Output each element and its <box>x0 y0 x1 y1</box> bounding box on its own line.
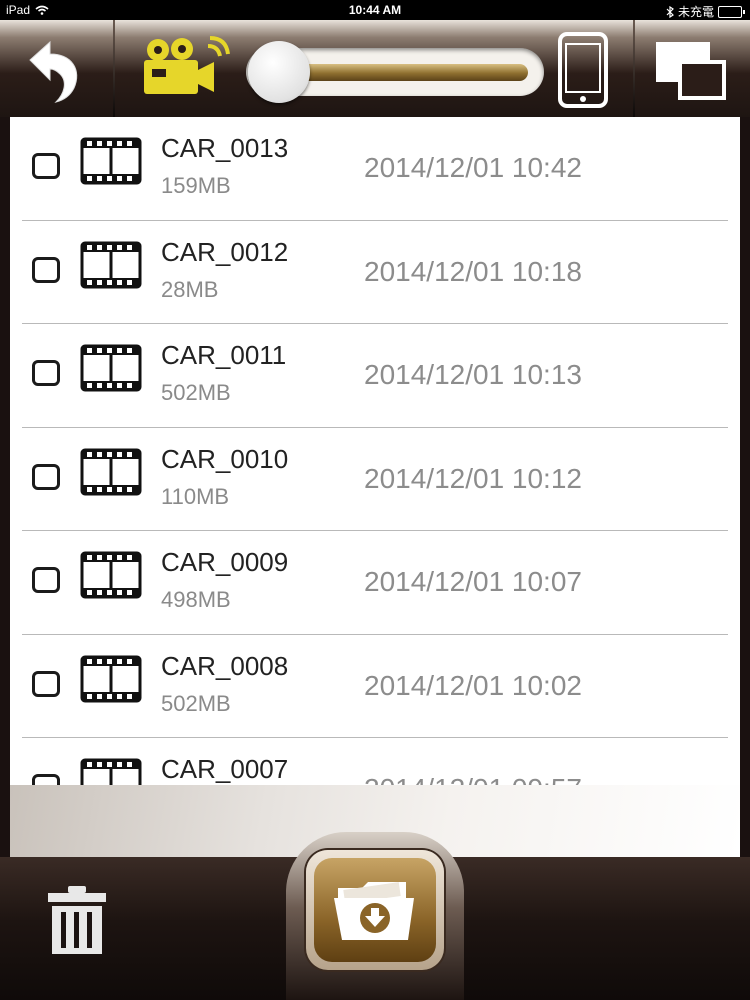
window-toggle-icon <box>656 42 726 100</box>
file-name: CAR_0012 <box>161 236 289 267</box>
file-row[interactable]: CAR_0008 502MB 2014/12/01 10:02 <box>22 635 728 738</box>
file-size: 159MB <box>161 173 231 198</box>
file-size: 28MB <box>161 276 219 302</box>
select-checkbox[interactable] <box>32 463 60 490</box>
back-button[interactable] <box>20 36 90 106</box>
file-row[interactable]: CAR_0012 28MB 2014/12/01 10:18 <box>22 221 728 324</box>
status-time: 10:44 AM <box>348 3 402 17</box>
video-file-icon <box>80 137 142 185</box>
bluetooth-icon <box>666 5 674 18</box>
download-button[interactable] <box>306 850 444 970</box>
file-date: 2014/12/01 10:18 <box>364 255 582 287</box>
toolbar-separator <box>113 20 115 117</box>
video-file-icon <box>80 551 142 599</box>
file-name: CAR_0008 <box>161 650 289 681</box>
file-name: CAR_0009 <box>161 547 289 577</box>
slider-track <box>286 64 528 81</box>
toolbar-separator <box>633 20 635 117</box>
file-name: CAR_0007 <box>161 754 289 784</box>
camera-mode-button[interactable] <box>138 36 232 102</box>
file-name: CAR_0013 <box>161 133 289 163</box>
file-date: 2014/12/01 10:13 <box>364 359 582 390</box>
file-date: 2014/12/01 09:57 <box>364 773 582 785</box>
top-toolbar <box>0 20 750 117</box>
download-button-face <box>314 858 436 962</box>
select-checkbox[interactable] <box>32 774 60 785</box>
battery-icon <box>718 5 745 18</box>
back-arrow-icon <box>29 40 78 103</box>
zoom-slider[interactable] <box>246 41 544 103</box>
file-row[interactable]: CAR_0009 498MB 2014/12/01 10:07 <box>22 531 728 635</box>
select-checkbox[interactable] <box>32 256 60 283</box>
video-file-icon <box>80 344 142 392</box>
window-toggle-button[interactable] <box>654 40 728 102</box>
file-row[interactable]: CAR_0013 159MB 2014/12/01 10:42 <box>22 117 728 221</box>
video-file-icon <box>80 448 142 495</box>
file-list: CAR_0013 159MB 2014/12/01 10:42 CAR_0012… <box>10 117 740 785</box>
select-checkbox[interactable] <box>32 360 60 386</box>
delete-button[interactable] <box>46 884 108 956</box>
file-row[interactable]: CAR_0007 2014/12/01 09:57 <box>22 738 728 785</box>
file-date: 2014/12/01 10:07 <box>364 566 582 597</box>
phone-button[interactable] <box>556 32 610 108</box>
file-row[interactable]: CAR_0010 110MB 2014/12/01 10:12 <box>22 428 728 531</box>
select-checkbox[interactable] <box>32 567 60 593</box>
file-row[interactable]: CAR_0011 502MB 2014/12/01 10:13 <box>22 324 728 428</box>
select-checkbox[interactable] <box>32 153 60 179</box>
slider-thumb[interactable] <box>248 41 310 103</box>
file-date: 2014/12/01 10:12 <box>364 462 582 494</box>
status-bar: iPad 10:44 AM 未充電 <box>0 0 750 20</box>
file-size: 110MB <box>161 483 230 509</box>
file-date: 2014/12/01 10:42 <box>364 152 582 183</box>
file-date: 2014/12/01 10:02 <box>364 669 582 701</box>
file-name: CAR_0010 <box>161 443 289 474</box>
file-size: 502MB <box>161 380 231 405</box>
video-file-icon <box>80 655 142 702</box>
file-name: CAR_0011 <box>161 340 287 370</box>
camera-wifi-icon <box>144 36 230 94</box>
select-checkbox[interactable] <box>32 670 60 697</box>
file-size: 502MB <box>161 690 231 716</box>
video-file-icon <box>80 241 142 288</box>
file-list-panel: CAR_0013 159MB 2014/12/01 10:42 CAR_0012… <box>10 117 740 857</box>
file-size: 498MB <box>161 587 231 612</box>
charge-status: 未充電 <box>677 5 714 19</box>
trash-icon <box>48 886 106 954</box>
phone-icon <box>558 32 608 108</box>
status-right: 未充電 <box>666 3 745 20</box>
folder-download-icon <box>334 882 414 940</box>
video-file-icon <box>80 758 142 785</box>
